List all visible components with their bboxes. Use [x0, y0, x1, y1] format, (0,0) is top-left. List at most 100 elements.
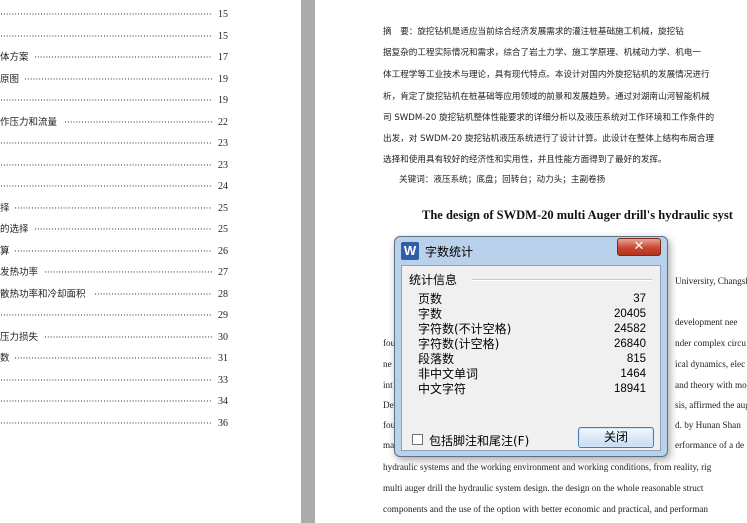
toc-label: 数	[0, 353, 10, 364]
toc-page-number: 25	[218, 224, 228, 235]
abstract-en-line: hydraulic systems and the working enviro…	[383, 462, 712, 472]
toc-leader-dots: ········································…	[0, 375, 212, 386]
close-button[interactable]: 关闭	[578, 427, 654, 448]
toc-line[interactable]: ········································…	[0, 309, 228, 323]
abstract-en-fragment: De	[383, 400, 394, 410]
toc-page-number: 17	[218, 52, 228, 63]
toc-line[interactable]: 散热功率和冷却面积 ·······························…	[0, 288, 228, 302]
toc-leader-dots: ········································…	[64, 117, 212, 128]
toc-leader-dots: ········································…	[34, 53, 212, 63]
include-footnotes-label[interactable]: 包括脚注和尾注(F)	[429, 432, 529, 449]
stat-label: 字数	[418, 307, 443, 321]
statistics-section-label: 统计信息	[409, 273, 458, 287]
abstract-en-fragment: int	[383, 380, 393, 390]
abstract-cn-line: 体工程学等工业技术与理论，具有现代特点。本设计对国内外旋挖钻机的发展情况进行	[383, 70, 710, 80]
stat-row-paragraphs: 段落数 815	[418, 352, 646, 367]
toc-leader-dots: ········································…	[0, 311, 212, 321]
abstract-en-line: components and the use of the option wit…	[383, 504, 709, 514]
stat-value: 20405	[614, 308, 646, 320]
toc-page-number: 28	[218, 288, 228, 300]
stat-label: 中文字符	[418, 382, 467, 396]
toc-line[interactable]: 算 ·······································…	[0, 245, 228, 259]
stat-label: 非中文单词	[418, 367, 479, 381]
abstract-cn-line: 析，肯定了旋挖钻机在桩基础等应用领域的前景和发展趋势。通过对湖南山河智能机械	[383, 92, 710, 102]
toc-page-number: 15	[218, 30, 228, 42]
toc-leader-dots: ········································…	[0, 139, 212, 149]
toc-page-number: 19	[218, 95, 228, 106]
toc-line[interactable]: ········································…	[0, 374, 228, 388]
toc-leader-dots: ········································…	[44, 332, 212, 343]
abstract-cn-line: 出发，对 SWDM-20 旋挖钻机液压系统进行了设计计算。此设计在整体上结构布局…	[383, 134, 715, 144]
toc-leader-dots: ········································…	[0, 397, 212, 407]
toc-line[interactable]: 作压力和流量 ··································…	[0, 116, 228, 130]
stat-value: 815	[626, 353, 646, 365]
toc-leader-dots: ········································…	[24, 74, 212, 85]
toc-leader-dots: ········································…	[0, 182, 212, 192]
toc-leader-dots: ········································…	[0, 96, 212, 106]
toc-page-number: 23	[218, 159, 228, 171]
toc-page-number: 29	[218, 310, 228, 321]
stat-value: 24582	[614, 323, 646, 335]
stat-value: 18941	[614, 383, 646, 395]
toc-leader-dots: ········································…	[14, 203, 212, 214]
abstract-en-fragment: sis, affirmed the aug	[675, 400, 747, 410]
toc-line[interactable]: 原图 ······································…	[0, 73, 228, 87]
toc-label: 的选择	[0, 224, 29, 235]
toc-line[interactable]: 数 ·······································…	[0, 352, 228, 366]
toc-line[interactable]: 体方案 ·····································…	[0, 51, 228, 65]
dialog-body: 统计信息 页数 37 字数 20405 字符数(不计空格) 24582 字符数(…	[401, 265, 661, 451]
toc-label: 原图	[0, 73, 20, 85]
stat-row-non-chinese-words: 非中文单词 1464	[418, 367, 646, 382]
include-footnotes-checkbox[interactable]	[412, 434, 423, 445]
toc-leader-dots: ········································…	[44, 268, 212, 278]
toc-line[interactable]: 发热功率 ····································…	[0, 266, 228, 280]
stat-row-chars-with-spaces: 字符数(计空格) 26840	[418, 337, 646, 352]
toc-line[interactable]: ········································…	[0, 417, 228, 431]
toc-line[interactable]: ········································…	[0, 180, 228, 194]
toc-page-number: 26	[218, 245, 228, 257]
abstract-en-line: multi auger drill the hydraulic system d…	[383, 483, 704, 493]
toc-label: 算	[0, 245, 10, 257]
toc-line[interactable]: ········································…	[0, 395, 228, 409]
toc-label: 作压力和流量	[0, 116, 58, 128]
toc-leader-dots: ········································…	[14, 354, 212, 364]
toc-page-number: 24	[218, 181, 228, 192]
toc-line[interactable]: 压力损失 ····································…	[0, 331, 228, 345]
abstract-en-fragment: ne	[383, 359, 392, 369]
toc-page-number: 33	[218, 374, 228, 386]
word-count-dialog: W 字数统计 ✕ 统计信息 页数 37 字数 20405 字符数(不计空格) 2…	[394, 236, 668, 457]
toc-line[interactable]: ········································…	[0, 30, 228, 44]
toc-line[interactable]: 的选择 ·····································…	[0, 223, 228, 237]
dialog-title: 字数统计	[425, 245, 474, 259]
toc-label: 发热功率	[0, 267, 39, 278]
toc-line[interactable]: ········································…	[0, 94, 228, 108]
page-gutter	[301, 0, 315, 523]
toc-line[interactable]: ········································…	[0, 8, 228, 22]
stat-value: 1464	[620, 368, 646, 380]
toc-leader-dots: ········································…	[0, 10, 212, 20]
toc-page-number: 34	[218, 396, 228, 407]
dialog-titlebar[interactable]: W 字数统计 ✕	[395, 237, 667, 263]
toc-leader-dots: ········································…	[94, 289, 212, 300]
toc-leader-dots: ········································…	[0, 160, 212, 171]
toc-label: 择	[0, 202, 10, 214]
stat-label: 字符数(计空格)	[418, 337, 500, 351]
toc-leader-dots: ········································…	[34, 225, 212, 235]
toc-line[interactable]: ········································…	[0, 137, 228, 151]
toc-page-number: 22	[218, 116, 228, 128]
abstract-en-fragment: and theory with mo	[675, 380, 747, 390]
stat-value: 37	[633, 293, 646, 305]
stat-row-words: 字数 20405	[418, 307, 646, 322]
stat-label: 页数	[418, 292, 443, 306]
abstract-cn-line: 司 SWDM-20 旋挖钻机整体性能要求的详细分析以及液压系统对工作环境和工作条…	[383, 113, 715, 123]
toc-line[interactable]: 择 ·······································…	[0, 202, 228, 216]
section-divider	[472, 279, 652, 281]
stat-label: 段落数	[418, 352, 455, 366]
toc-line[interactable]: ········································…	[0, 159, 228, 173]
stat-value: 26840	[614, 338, 646, 350]
abstract-cn-line: 据复杂的工程实际情况和需求，综合了岩土力学、施工学原理、机械动力学、机电一	[383, 48, 701, 58]
toc-page-number: 31	[218, 353, 228, 364]
toc-label: 压力损失	[0, 331, 39, 343]
close-icon[interactable]: ✕	[617, 238, 661, 256]
abstract-en-fragment: development nee	[675, 317, 738, 327]
